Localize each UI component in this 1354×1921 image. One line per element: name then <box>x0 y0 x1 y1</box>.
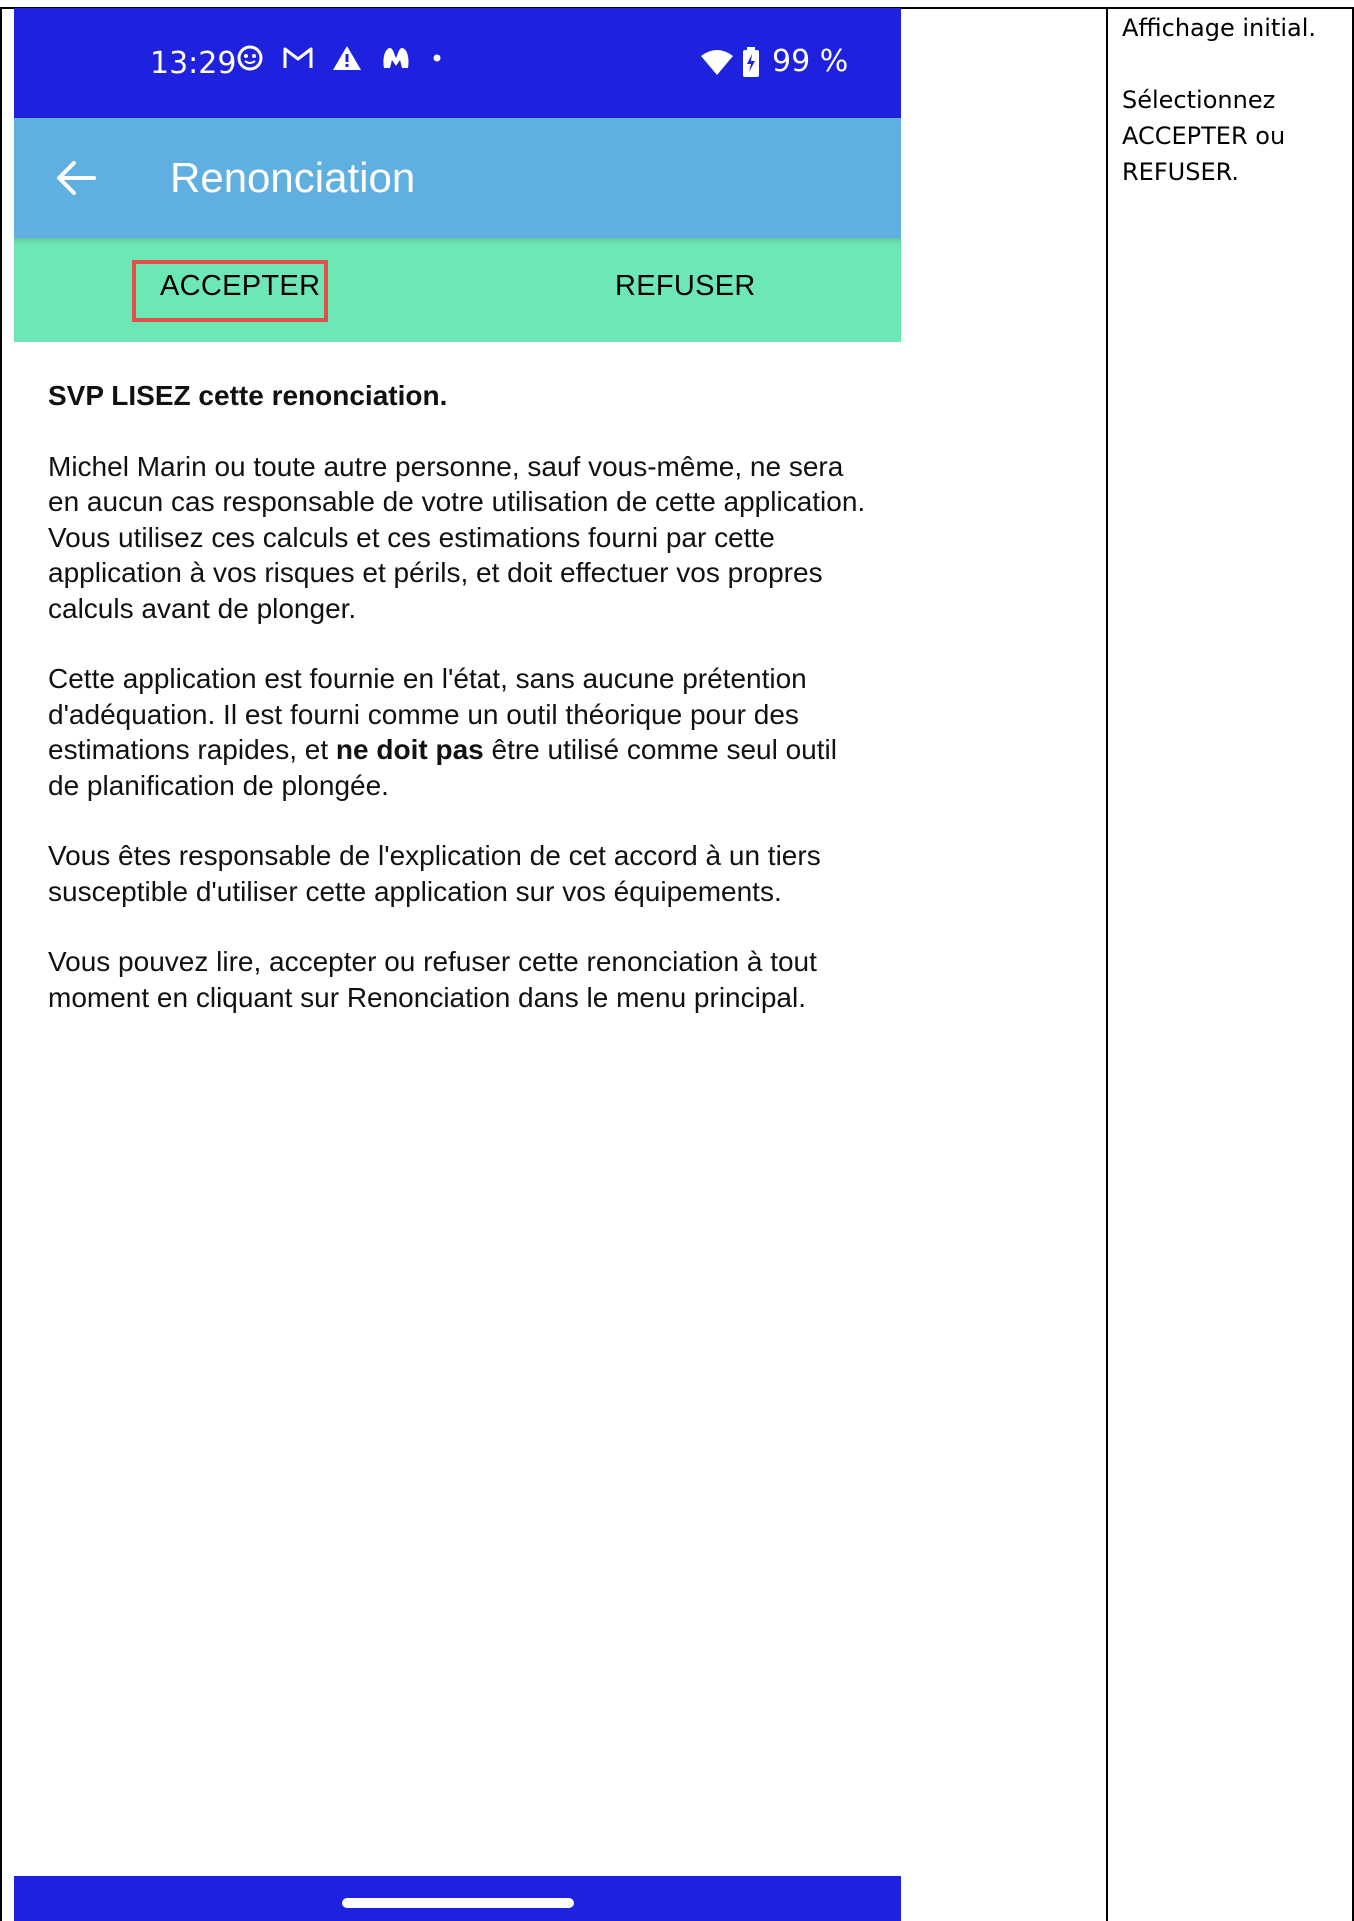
disclaimer-paragraph-2: Cette application est fournie en l'état,… <box>48 661 868 803</box>
malwarebytes-icon <box>383 48 409 68</box>
disclaimer-content: SVP LISEZ cette renonciation. Michel Mar… <box>48 378 868 1050</box>
battery-percentage: 99 % <box>772 44 849 79</box>
gmail-icon <box>283 47 313 68</box>
battery-charging-icon <box>743 46 759 77</box>
disclaimer-heading: SVP LISEZ cette renonciation. <box>48 380 448 411</box>
warning-icon <box>333 46 361 70</box>
wifi-icon <box>701 49 733 75</box>
status-time: 13:29 <box>150 46 237 81</box>
navigation-bar <box>14 1876 901 1921</box>
home-gesture-pill[interactable] <box>342 1898 574 1908</box>
disclaimer-paragraph-1: Michel Marin ou toute autre personne, sa… <box>48 450 866 624</box>
accept-highlight-box <box>132 260 328 322</box>
phone-screenshot: 13:29 99 % Renonciation ACCEPTER REFUSER… <box>14 8 901 1921</box>
instruction-note-cell: Affichage initial. Sélectionnez ACCEPTER… <box>1122 10 1347 190</box>
refuse-button[interactable]: REFUSER <box>615 270 756 303</box>
disclaimer-paragraph-4: Vous pouvez lire, accepter ou refuser ce… <box>48 946 817 1013</box>
app-bar: Renonciation <box>14 118 901 238</box>
table-column-divider <box>1106 7 1108 1921</box>
back-arrow-icon[interactable] <box>54 158 98 198</box>
dot-icon <box>433 54 441 62</box>
smiley-icon <box>237 45 263 71</box>
instruction-line-initial: Affichage initial. <box>1122 14 1316 42</box>
disclaimer-paragraph-3: Vous êtes responsable de l'explication d… <box>48 840 821 907</box>
disclaimer-emphasis: ne doit pas <box>335 734 484 765</box>
instruction-line-select: Sélectionnez ACCEPTER ou REFUSER. <box>1122 86 1286 186</box>
app-title: Renonciation <box>170 154 416 201</box>
status-bar: 13:29 99 % <box>14 8 901 118</box>
